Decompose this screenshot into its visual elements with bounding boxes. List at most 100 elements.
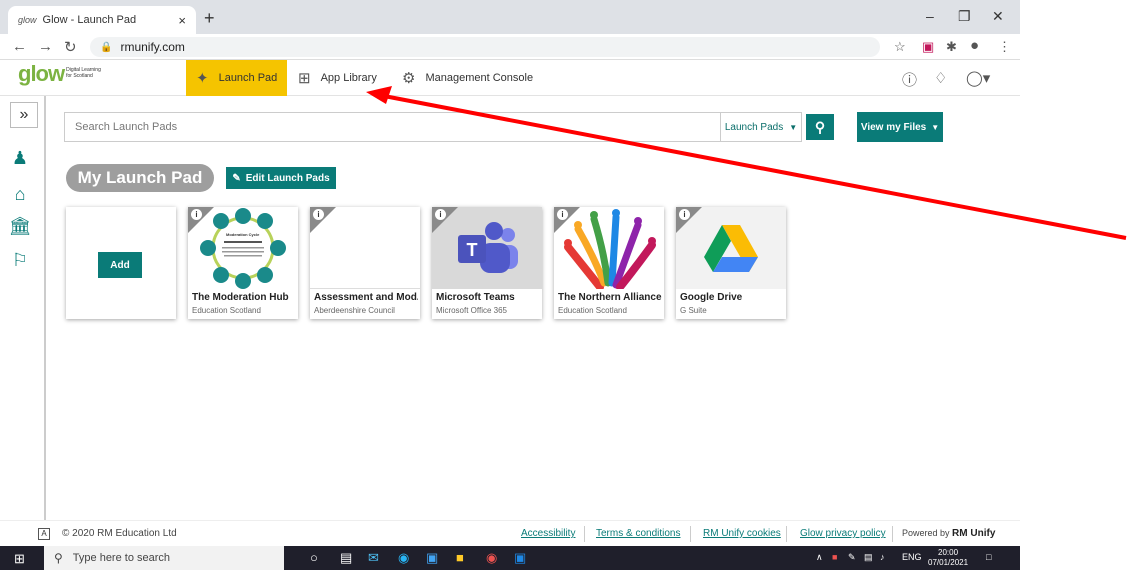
left-rail: » ♟ ⌂ 🏛 ⚐	[0, 96, 46, 520]
app-tile-assessment-and-moderation[interactable]: i Assessment and Mod... Aberdeenshire Co…	[310, 207, 420, 319]
caret-down-icon: ▼	[789, 122, 798, 132]
reload-icon[interactable]: ↻	[64, 38, 77, 56]
expand-rail-icon[interactable]: »	[10, 102, 38, 128]
divider	[690, 526, 691, 542]
nav-app-library[interactable]: ⊞ App Library	[288, 60, 387, 96]
nav-label: Management Console	[425, 72, 534, 84]
tile-provider: Education Scotland	[192, 306, 261, 315]
glow-logo[interactable]: glow Digital Learning for Scotland	[18, 61, 106, 86]
back-icon[interactable]: ←	[12, 38, 27, 55]
edit-launch-pads-button[interactable]: ✎ Edit Launch Pads	[226, 167, 336, 189]
footer: A © 2020 RM Education Ltd Accessibility …	[0, 520, 1020, 546]
divider	[892, 526, 893, 542]
profile-icon[interactable]: ●	[970, 37, 979, 54]
edit-icon: ✎	[232, 172, 241, 184]
accessibility-icon[interactable]: A	[38, 528, 50, 540]
nav-management-console[interactable]: ⚙ Management Console	[392, 60, 543, 96]
url-field[interactable]: 🔒 rmunify.com	[90, 37, 880, 57]
new-tab-icon[interactable]: +	[204, 8, 215, 29]
browser-tab-bar: glow Glow - Launch Pad × + – ❐ ✕	[0, 0, 1020, 34]
school-icon[interactable]: 🏛	[8, 216, 32, 237]
forward-icon[interactable]: →	[38, 38, 53, 55]
search-icon: ⚲	[814, 118, 826, 135]
app-tile-microsoft-teams[interactable]: T i Microsoft Teams Microsoft Office 365	[432, 207, 542, 319]
pocket-icon[interactable]: ▣	[922, 39, 934, 55]
view-files-label: View my Files	[860, 121, 927, 133]
close-window-icon[interactable]: ✕	[992, 8, 1004, 25]
tile-provider: Aberdeenshire Council	[314, 306, 395, 315]
tile-name: Google Drive	[680, 292, 743, 303]
windows-start-icon[interactable]: ⊞	[14, 551, 25, 567]
pen-icon[interactable]: ✎	[848, 552, 856, 563]
app-tile-moderation-hub[interactable]: Moderation Cycle i The Moderation Hub Ed…	[188, 207, 298, 319]
powered-prefix: Powered by	[902, 528, 950, 538]
browser-tab[interactable]: glow Glow - Launch Pad ×	[8, 6, 196, 34]
footer-link-accessibility[interactable]: Accessibility	[521, 528, 575, 539]
restore-icon[interactable]: ❐	[958, 8, 971, 25]
clock-date: 07/01/2021	[928, 558, 969, 567]
task-view-icon[interactable]: ▤	[340, 550, 352, 566]
search-icon: ⚲	[54, 551, 63, 565]
info-icon[interactable]: i	[557, 209, 568, 220]
nav-label: App Library	[320, 72, 377, 84]
user-icon[interactable]: ♟	[8, 148, 32, 169]
network-icon[interactable]: ▤	[864, 552, 873, 563]
taskbar-clock[interactable]: 20:00 07/01/2021	[928, 548, 968, 568]
mail-icon[interactable]: ✉	[368, 550, 379, 566]
cortana-icon[interactable]: ○	[310, 550, 318, 565]
tile-provider: G Suite	[680, 306, 707, 315]
windows-taskbar: ⊞ ⚲ Type here to search ○ ▤ ✉ ◉ ▣ ■ ◉ ▣ …	[0, 546, 1020, 570]
taskbar-search[interactable]: ⚲ Type here to search	[44, 546, 284, 570]
menu-icon[interactable]: ⋮	[998, 39, 1011, 55]
info-icon[interactable]: i	[435, 209, 446, 220]
copyright: © 2020 RM Education Ltd	[62, 528, 177, 539]
taskbar-search-placeholder: Type here to search	[72, 552, 171, 564]
add-button[interactable]: Add	[98, 252, 142, 278]
minimize-icon[interactable]: –	[926, 8, 934, 24]
footer-link-terms[interactable]: Terms & conditions	[596, 528, 680, 539]
tray-chevron-icon[interactable]: ∧	[816, 552, 823, 563]
store-icon[interactable]: ▣	[426, 550, 438, 566]
nav-launch-pad[interactable]: ✦ Launch Pad	[186, 60, 288, 96]
grid-icon: ⊞	[298, 70, 311, 87]
info-icon[interactable]: i	[313, 209, 324, 220]
close-tab-icon[interactable]: ×	[178, 13, 186, 28]
edge-icon[interactable]: ◉	[398, 550, 409, 566]
file-explorer-icon[interactable]: ■	[456, 550, 464, 565]
home-icon[interactable]: ⌂	[8, 184, 32, 205]
footer-link-cookies[interactable]: RM Unify cookies	[703, 528, 781, 539]
word-icon[interactable]: ▣	[514, 550, 526, 566]
caret-down-icon: ▼	[931, 122, 940, 132]
info-icon[interactable]: i	[191, 209, 202, 220]
info-icon[interactable]: i	[679, 209, 690, 220]
search-button[interactable]: ⚲	[806, 114, 834, 140]
notifications-icon[interactable]: □	[986, 552, 991, 562]
chrome-icon[interactable]: ◉	[486, 550, 497, 566]
svg-text:T: T	[467, 240, 478, 260]
logo-tagline: Digital Learning for Scotland	[66, 67, 101, 79]
search-launch-pads-input[interactable]	[64, 112, 720, 142]
star-icon[interactable]: ☆	[894, 39, 906, 55]
user-menu-icon[interactable]: ◯▾	[966, 69, 990, 87]
tile-name: The Northern Alliance	[558, 292, 662, 303]
app-tile-google-drive[interactable]: i Google Drive G Suite	[676, 207, 786, 319]
extensions-icon[interactable]: ✱	[946, 39, 957, 55]
language-indicator[interactable]: ENG	[902, 552, 922, 562]
app-tile-northern-alliance[interactable]: i The Northern Alliance Education Scotla…	[554, 207, 664, 319]
view-my-files-button[interactable]: View my Files ▼	[857, 112, 943, 142]
flag-icon[interactable]: ⚐	[8, 250, 32, 271]
divider	[786, 526, 787, 542]
address-bar: ← → ↻ 🔒 rmunify.com ☆ ▣ ✱ ● ⋮	[0, 34, 1020, 60]
tile-provider: Education Scotland	[558, 306, 627, 315]
edit-label: Edit Launch Pads	[245, 172, 330, 184]
moderation-thumb-title: Moderation Cycle	[226, 232, 260, 237]
page-title: My Launch Pad	[66, 164, 214, 192]
antivirus-icon[interactable]: ■	[832, 552, 837, 562]
logo-text: glow	[18, 61, 65, 86]
search-scope-select[interactable]: Launch Pads ▼	[720, 112, 802, 142]
volume-icon[interactable]: ♪	[880, 552, 885, 562]
bell-icon[interactable]: ♢	[934, 69, 947, 87]
tile-name: Assessment and Mod...	[314, 292, 418, 303]
help-icon[interactable]: ⓘ	[902, 69, 917, 90]
footer-link-privacy[interactable]: Glow privacy policy	[800, 528, 886, 539]
